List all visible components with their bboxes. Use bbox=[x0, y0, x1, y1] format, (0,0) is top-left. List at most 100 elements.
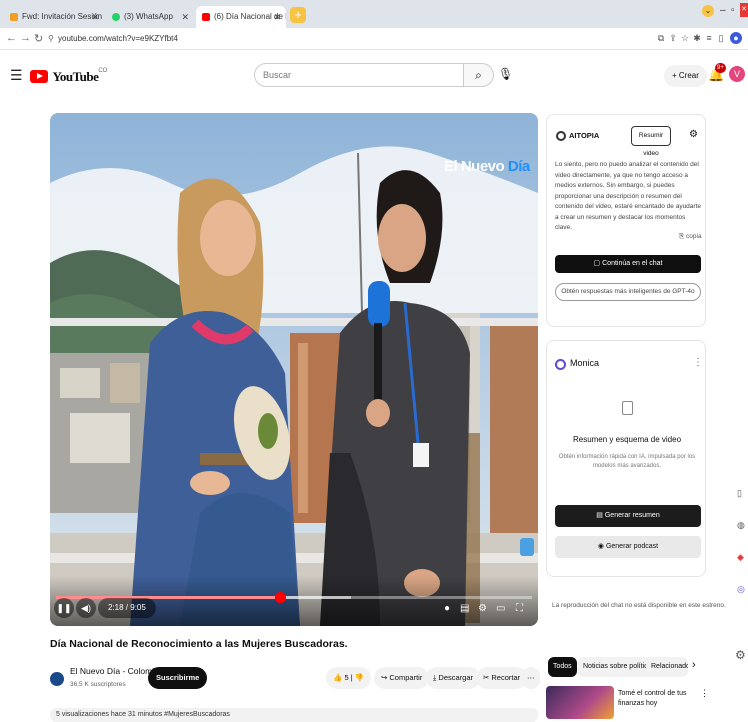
download-button[interactable]: ⤓ Descargar bbox=[426, 667, 481, 689]
subtitles-icon[interactable]: ▤ bbox=[460, 603, 469, 614]
new-tab-button[interactable]: + bbox=[290, 7, 306, 23]
generate-podcast-label: Generar podcast bbox=[605, 543, 659, 550]
video-player[interactable]: El Nuevo Día ❚❚ ◀) 2:18 / 9:05 ● ▤ ⚙ ▭ ⛶ bbox=[50, 113, 538, 626]
browser-tab-active[interactable]: (6) Día Nacional de Recon ✕ bbox=[196, 6, 286, 28]
microphone-icon[interactable]: 🎙 bbox=[498, 67, 513, 81]
sidebar-extension-icon[interactable]: ◆ bbox=[737, 552, 744, 563]
monica-logo-icon bbox=[555, 359, 566, 370]
logo-country-code: CO bbox=[98, 68, 108, 74]
bookmark-star-icon[interactable]: ☆ bbox=[680, 33, 690, 43]
aitopia-panel: AITOPIA Resumir video ⚙ Lo siento, pero … bbox=[546, 114, 706, 327]
share-page-icon[interactable]: ⇪ bbox=[668, 33, 678, 43]
miniplayer-icon[interactable]: ▭ bbox=[496, 603, 505, 614]
settings-gear-icon[interactable]: ⚙ bbox=[478, 603, 487, 614]
copy-icon: ⎘ bbox=[679, 233, 685, 240]
gpt-upgrade-button[interactable]: Obtén respuestas más inteligentes de GPT… bbox=[555, 283, 701, 301]
url-field[interactable]: youtube.com/watch?v=e9KZYfbt4 bbox=[58, 31, 618, 47]
profile-icon[interactable]: ● bbox=[730, 32, 742, 44]
chip-politics[interactable]: Noticias sobre política bbox=[578, 657, 657, 677]
generate-podcast-button[interactable]: ◉ Generar podcast bbox=[555, 536, 701, 558]
share-label: Compartir bbox=[389, 673, 423, 682]
chat-icon: ▢ bbox=[593, 260, 601, 267]
sidebar-extension-icon[interactable]: ▯ bbox=[737, 488, 742, 499]
sidebar-extension-icon[interactable]: ◍ bbox=[737, 520, 745, 531]
back-icon[interactable]: ← bbox=[6, 32, 17, 44]
time-display: 2:18 / 9:05 bbox=[98, 598, 156, 618]
site-info-icon[interactable]: ⚲ bbox=[48, 34, 54, 43]
forward-icon[interactable]: → bbox=[20, 32, 31, 44]
more-options-icon[interactable]: ⋮ bbox=[700, 688, 709, 699]
browser-tab-bar: Fwd: Invitación Sesión de social ✕ (3) W… bbox=[0, 0, 748, 28]
continue-in-chat-button[interactable]: ▢ Continúa en el chat bbox=[555, 255, 701, 273]
download-icon: ⤓ bbox=[433, 673, 437, 682]
scrubber-handle[interactable] bbox=[274, 592, 286, 603]
share-button[interactable]: ↪ Compartir bbox=[374, 667, 430, 689]
address-bar-row: ← → ↻ ⚲ youtube.com/watch?v=e9KZYfbt4 ⧉ … bbox=[0, 28, 748, 50]
monica-sidebar-icon[interactable]: ◎ bbox=[737, 584, 745, 595]
generate-summary-button[interactable]: ▤ Generar resumen bbox=[555, 505, 701, 527]
watermark-accent-text: Día bbox=[507, 158, 530, 175]
chip-related[interactable]: Relacionado bbox=[646, 657, 688, 677]
settings-gear-icon[interactable]: ⚙ bbox=[689, 129, 698, 140]
close-window-icon[interactable]: ✕ bbox=[740, 3, 748, 17]
more-actions-button[interactable]: ⋯ bbox=[522, 667, 540, 689]
more-options-icon[interactable]: ⋮ bbox=[693, 357, 703, 368]
chevron-right-icon[interactable]: › bbox=[692, 659, 696, 671]
copy-label: copia bbox=[686, 233, 702, 240]
translate-icon[interactable]: ⧉ bbox=[656, 33, 666, 43]
sidebar-extension-icon[interactable]: ⚙ bbox=[735, 648, 746, 662]
notifications-bell-icon[interactable]: 🔔 9+ bbox=[708, 63, 726, 83]
aitopia-logo-icon bbox=[556, 131, 566, 141]
side-panel-icon[interactable]: ▯ bbox=[716, 33, 726, 43]
pause-icon[interactable]: ❚❚ bbox=[54, 598, 74, 618]
tab-favicon bbox=[112, 12, 120, 21]
autoplay-toggle-icon[interactable]: ● bbox=[444, 603, 450, 614]
recommended-thumbnail[interactable] bbox=[546, 686, 614, 719]
fullscreen-icon[interactable]: ⛶ bbox=[516, 603, 523, 614]
scissors-icon: ✂ bbox=[483, 673, 490, 682]
tab-label: (3) WhatsApp bbox=[124, 12, 173, 21]
monica-name: Monica bbox=[570, 358, 600, 368]
document-icon bbox=[622, 401, 633, 415]
like-button[interactable]: 👍 5 | 👎 bbox=[326, 667, 372, 689]
tab-favicon bbox=[10, 12, 18, 21]
extensions-icon[interactable]: ✱ bbox=[692, 33, 702, 43]
account-avatar[interactable]: V bbox=[729, 66, 745, 82]
recommended-title[interactable]: Tomé el control de tus finanzas hoy bbox=[618, 689, 698, 709]
copy-link[interactable]: ⎘ copia bbox=[679, 233, 702, 241]
description-box[interactable]: 5 visualizaciones hace 31 minutos #Mujer… bbox=[50, 708, 538, 722]
maximize-icon[interactable]: ▫ bbox=[731, 5, 735, 16]
browser-tab[interactable]: Fwd: Invitación Sesión de social ✕ bbox=[4, 6, 104, 28]
generate-summary-label: Generar resumen bbox=[604, 512, 660, 519]
video-frame bbox=[50, 113, 538, 626]
channel-avatar[interactable] bbox=[50, 672, 64, 686]
reading-list-icon[interactable]: ≡ bbox=[704, 33, 714, 43]
tab-search-icon[interactable]: ⌄ bbox=[702, 5, 714, 17]
close-tab-icon[interactable]: ✕ bbox=[91, 6, 99, 28]
menu-icon[interactable]: ☰ bbox=[10, 67, 23, 84]
search-button[interactable]: ⌕ bbox=[464, 63, 494, 87]
clip-button[interactable]: ✂ Recortar bbox=[476, 667, 528, 689]
youtube-logo[interactable]: YouTubeCO bbox=[30, 68, 108, 84]
subscriber-count: 36,5 K suscriptores bbox=[70, 681, 126, 688]
chip-all[interactable]: Todos bbox=[548, 657, 577, 677]
aitopia-message: Lo siento, pero no puedo analizar el con… bbox=[555, 161, 701, 231]
thumbs-up-icon: 👍 bbox=[333, 673, 343, 682]
thumbs-down-icon: 👎 bbox=[354, 673, 365, 682]
youtube-header: ☰ YouTubeCO Buscar ⌕ 🎙 + Crear 🔔 9+ V bbox=[0, 50, 748, 100]
browser-tab[interactable]: (3) WhatsApp ✕ bbox=[106, 6, 194, 28]
close-tab-icon[interactable]: ✕ bbox=[273, 6, 281, 28]
reload-icon[interactable]: ↻ bbox=[34, 32, 43, 45]
volume-icon[interactable]: ◀) bbox=[76, 598, 96, 618]
search-input[interactable]: Buscar bbox=[254, 63, 464, 87]
monica-heading: Resumen y esquema de video bbox=[572, 435, 682, 444]
chat-unavailable-notice: La reproducción del chat no está disponi… bbox=[552, 602, 726, 609]
summarize-video-button[interactable]: Resumir video bbox=[631, 126, 671, 157]
minimize-icon[interactable]: – bbox=[720, 5, 726, 16]
download-label: Descargar bbox=[438, 673, 474, 682]
create-button[interactable]: + Crear bbox=[664, 65, 707, 87]
clip-label: Recortar bbox=[491, 673, 521, 682]
close-tab-icon[interactable]: ✕ bbox=[181, 6, 189, 28]
subscribe-button[interactable]: Suscribirme bbox=[148, 667, 208, 689]
player-controls: ❚❚ ◀) 2:18 / 9:05 ● ▤ ⚙ ▭ ⛶ bbox=[50, 576, 538, 626]
